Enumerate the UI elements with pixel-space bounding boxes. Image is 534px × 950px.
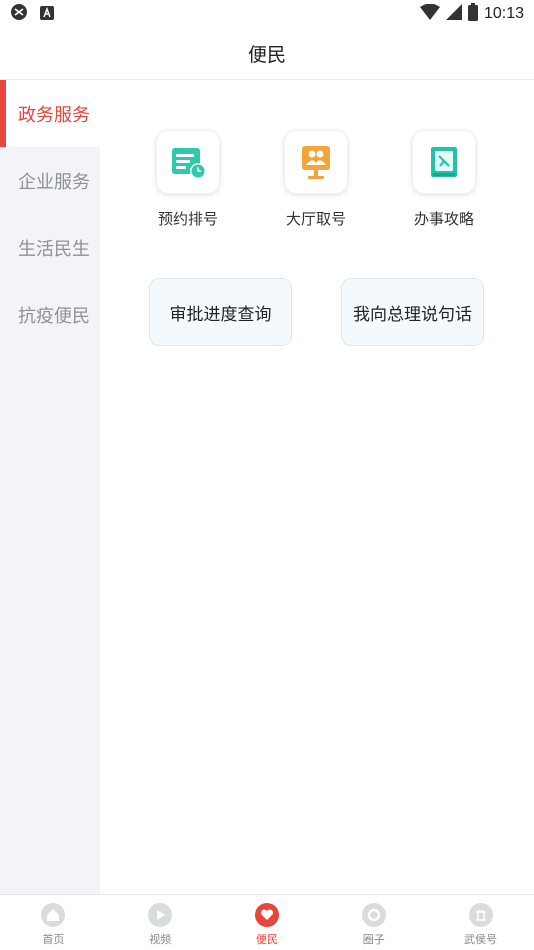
- button-label: 审批进度查询: [169, 304, 272, 325]
- service-content: 预约排号 大厅取号 办事攻略 审批进度查询 我向总理说句话: [100, 80, 534, 894]
- status-bar: 10:13: [0, 0, 534, 28]
- speak-to-premier-button[interactable]: 我向总理说句话: [341, 278, 484, 346]
- hall-number-icon: [284, 130, 348, 194]
- tile-label: 大厅取号: [285, 210, 346, 228]
- tile-label: 办事攻略: [413, 210, 474, 228]
- sidebar-item-label: 政务服务: [18, 104, 90, 126]
- tile-guide[interactable]: 办事攻略: [394, 130, 494, 229]
- battery-icon: [467, 3, 478, 25]
- wifi-icon: [419, 3, 440, 24]
- nav-item-circle[interactable]: 圈子: [320, 895, 427, 950]
- sidebar-item-enterprise-services[interactable]: 企业服务: [0, 147, 100, 214]
- building-icon: [468, 903, 493, 927]
- home-icon: [41, 903, 66, 927]
- sidebar-item-label: 企业服务: [18, 171, 90, 193]
- sidebar-item-livelihood[interactable]: 生活民生: [0, 214, 100, 281]
- nav-item-wuhou[interactable]: 武侯号: [427, 895, 534, 950]
- tile-hall-number[interactable]: 大厅取号: [266, 130, 366, 229]
- nav-label: 首页: [42, 933, 65, 946]
- nav-item-home[interactable]: 首页: [0, 895, 107, 950]
- approval-progress-button[interactable]: 审批进度查询: [149, 278, 292, 346]
- button-label: 我向总理说句话: [353, 304, 472, 325]
- page-header: 便民: [0, 28, 534, 80]
- category-sidebar: 政务服务 企业服务 生活民生 抗疫便民: [0, 80, 100, 894]
- tile-appointment[interactable]: 预约排号: [138, 130, 238, 229]
- nav-label: 武侯号: [464, 933, 498, 946]
- sidebar-item-label: 抗疫便民: [18, 305, 90, 327]
- queue-ticket-icon: [156, 130, 220, 194]
- tile-label: 预约排号: [157, 210, 218, 228]
- keyboard-a-icon: [40, 5, 54, 24]
- circle-icon: [361, 903, 386, 927]
- play-icon: [148, 903, 173, 927]
- sidebar-item-label: 生活民生: [18, 238, 90, 260]
- vpn-icon: [10, 3, 28, 25]
- nav-item-convenience[interactable]: 便民: [214, 895, 321, 950]
- sidebar-item-government-services[interactable]: 政务服务: [0, 80, 100, 147]
- guide-book-icon: [412, 130, 476, 194]
- heart-icon: [254, 903, 279, 927]
- clock-time: 10:13: [483, 5, 524, 22]
- nav-label: 圈子: [362, 933, 385, 946]
- nav-label: 视频: [149, 933, 172, 946]
- page-title: 便民: [247, 44, 286, 66]
- sidebar-item-epidemic[interactable]: 抗疫便民: [0, 281, 100, 348]
- bottom-nav: 首页 视频 便民 圈子 武侯号: [0, 894, 534, 950]
- signal-icon: [445, 4, 462, 24]
- nav-item-video[interactable]: 视频: [107, 895, 214, 950]
- nav-label: 便民: [255, 933, 278, 946]
